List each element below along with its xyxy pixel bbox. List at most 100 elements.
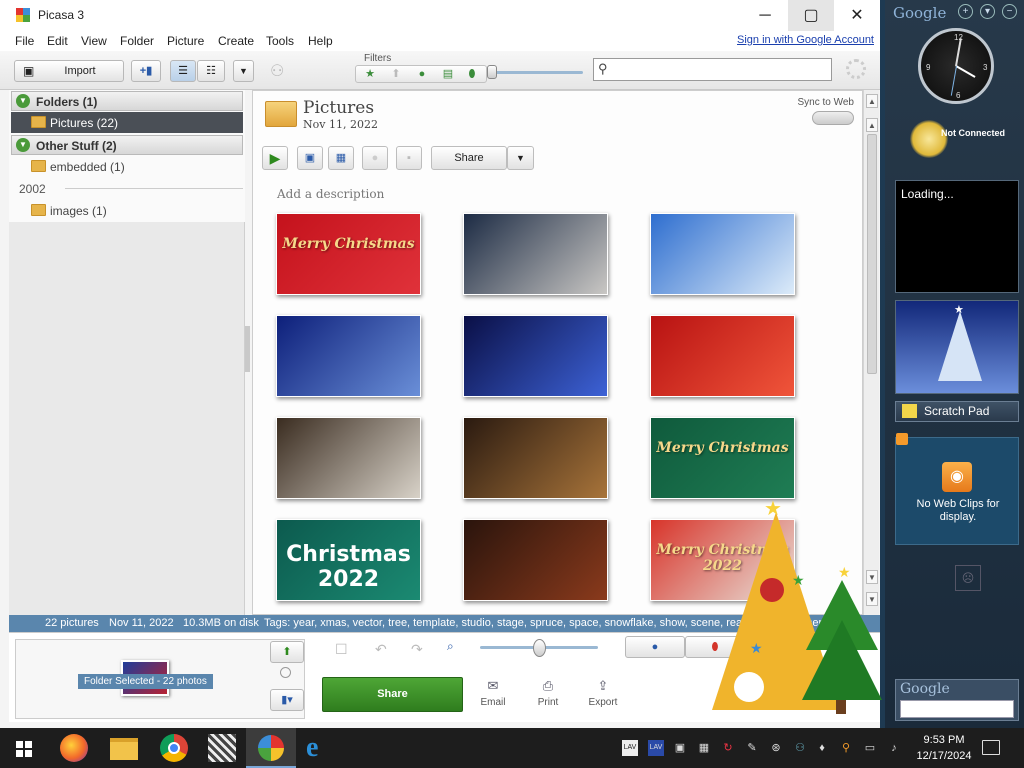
star-filter-icon[interactable]: ★ bbox=[362, 68, 378, 80]
internet-explorer-icon[interactable]: e bbox=[306, 734, 334, 762]
folders-group-header[interactable]: ▼ Folders (1) bbox=[11, 91, 243, 111]
date-filter-slider-knob[interactable] bbox=[487, 65, 497, 79]
news-gadget[interactable]: Loading... bbox=[895, 180, 1019, 293]
network-icon[interactable]: ▭ bbox=[862, 740, 878, 756]
lav-video-icon[interactable]: LAV bbox=[648, 740, 664, 756]
menu-file[interactable]: File bbox=[15, 34, 34, 48]
menu-create[interactable]: Create bbox=[218, 34, 254, 48]
picasa-taskbar-button[interactable] bbox=[246, 728, 296, 768]
firefox-icon[interactable] bbox=[60, 734, 88, 762]
collage-button[interactable]: ▣ bbox=[297, 146, 323, 170]
photo-thumbnail[interactable] bbox=[463, 519, 608, 601]
scroll-thumb[interactable] bbox=[867, 134, 877, 374]
game-app-icon[interactable] bbox=[208, 734, 236, 762]
scratch-pad-label: Scratch Pad bbox=[924, 404, 990, 418]
tray-people-icon[interactable]: ⚇ bbox=[792, 740, 808, 756]
hand-icon[interactable]: ☐ bbox=[335, 641, 348, 658]
menu-picture[interactable]: Picture bbox=[167, 34, 204, 48]
chrome-icon[interactable] bbox=[160, 734, 188, 762]
file-explorer-icon[interactable] bbox=[110, 738, 138, 760]
minimize-button[interactable]: ─ bbox=[742, 0, 788, 31]
scroll-up-small-icon[interactable]: ▲ bbox=[866, 118, 878, 132]
photo-thumbnail[interactable]: Christmas 2022 bbox=[276, 519, 421, 601]
menu-folder[interactable]: Folder bbox=[120, 34, 154, 48]
tray-monitor-icon[interactable]: ▦ bbox=[696, 740, 712, 756]
upload-filter-icon[interactable]: ⬆ bbox=[388, 68, 404, 80]
start-button[interactable] bbox=[0, 728, 48, 768]
menu-help[interactable]: Help bbox=[308, 34, 333, 48]
folder-item-images[interactable]: images (1) bbox=[11, 200, 243, 221]
tray-drop-icon[interactable]: ♦ bbox=[814, 740, 830, 756]
close-button[interactable]: ✕ bbox=[834, 0, 880, 31]
album-share-button[interactable]: Share bbox=[431, 146, 507, 170]
photo-thumbnail[interactable] bbox=[463, 417, 608, 499]
photo-thumbnail[interactable] bbox=[463, 315, 608, 397]
thumbnail-size-slider-knob[interactable] bbox=[533, 639, 546, 657]
people-icon[interactable]: ⚇ bbox=[270, 61, 294, 81]
hold-selected-button[interactable]: ⬆ bbox=[270, 641, 304, 663]
tray-network-icon[interactable]: ⊛ bbox=[768, 740, 784, 756]
photo-thumbnail[interactable]: Merry Christmas bbox=[650, 417, 795, 499]
scratch-pad-gadget[interactable]: Scratch Pad bbox=[895, 401, 1019, 422]
minimize-sidebar-icon[interactable]: − bbox=[1002, 4, 1017, 19]
print-button[interactable]: ⎙ Print bbox=[528, 679, 568, 709]
geotag-button[interactable]: ● bbox=[362, 146, 388, 170]
save-button[interactable]: ▪ bbox=[396, 146, 422, 170]
collapse-arrow-icon[interactable]: ▼ bbox=[16, 94, 30, 108]
photo-thumbnail[interactable] bbox=[650, 315, 795, 397]
add-to-album-tray-button[interactable]: ▮▾ bbox=[270, 689, 304, 711]
photos-gadget[interactable]: ★ bbox=[895, 300, 1019, 394]
other-stuff-group-header[interactable]: ▼ Other Stuff (2) bbox=[11, 135, 243, 155]
selection-tray: Folder Selected - 22 photos bbox=[15, 639, 305, 719]
sign-in-link[interactable]: Sign in with Google Account bbox=[737, 34, 874, 46]
collapse-arrow-icon[interactable]: ▼ bbox=[16, 138, 30, 152]
export-button[interactable]: ⇪ Export bbox=[583, 679, 623, 709]
photo-thumbnail[interactable] bbox=[650, 213, 795, 295]
face-filter-icon[interactable]: ● bbox=[414, 68, 430, 80]
pane-resize-handle[interactable] bbox=[245, 326, 250, 372]
tray-sync-icon[interactable]: ↻ bbox=[720, 740, 736, 756]
tree-view-button[interactable]: ☷ bbox=[197, 60, 225, 82]
share-button[interactable]: Share bbox=[322, 677, 463, 712]
rotate-right-icon[interactable]: ↷ bbox=[411, 641, 423, 658]
action-center-icon[interactable] bbox=[982, 740, 1000, 755]
import-button[interactable]: ▣ Import bbox=[14, 60, 124, 82]
tray-edit-icon[interactable]: ✎ bbox=[744, 740, 760, 756]
album-scrollbar[interactable]: ▲ ▲ ▼ ▼ bbox=[863, 90, 879, 615]
menu-icon[interactable]: ▾ bbox=[980, 4, 995, 19]
list-view-button[interactable]: ☰ bbox=[170, 60, 196, 82]
tray-search-icon[interactable]: ⚲ bbox=[838, 740, 854, 756]
clear-selection-icon[interactable] bbox=[280, 667, 291, 678]
google-search-input[interactable] bbox=[900, 700, 1014, 718]
people-tag-button[interactable]: ● bbox=[625, 636, 685, 658]
maximize-button[interactable]: ▢ bbox=[788, 0, 834, 31]
volume-icon[interactable]: ♪ bbox=[886, 740, 902, 756]
menu-edit[interactable]: Edit bbox=[47, 34, 68, 48]
email-button[interactable]: ✉ Email bbox=[473, 679, 513, 709]
geotag-filter-icon[interactable]: ⬮ bbox=[464, 68, 480, 80]
add-to-album-button[interactable]: +▮ bbox=[131, 60, 161, 82]
date-filter-slider[interactable] bbox=[491, 71, 583, 74]
search-input[interactable]: ⚲ bbox=[593, 58, 832, 81]
photo-thumbnail[interactable] bbox=[276, 315, 421, 397]
photo-thumbnail[interactable] bbox=[463, 213, 608, 295]
sync-toggle[interactable] bbox=[812, 111, 854, 125]
menu-view[interactable]: View bbox=[81, 34, 107, 48]
tray-app-icon[interactable]: ▣ bbox=[672, 740, 688, 756]
folder-item-pictures[interactable]: Pictures (22) bbox=[11, 112, 243, 133]
view-dropdown-button[interactable]: ▼ bbox=[233, 60, 254, 82]
share-dropdown-button[interactable]: ▼ bbox=[507, 146, 534, 170]
taskbar-clock[interactable]: 9:53 PM 12/17/2024 bbox=[915, 732, 973, 764]
photo-thumbnail[interactable] bbox=[276, 417, 421, 499]
menu-tools[interactable]: Tools bbox=[266, 34, 294, 48]
movie-button[interactable]: ▦ bbox=[328, 146, 354, 170]
folder-item-embedded[interactable]: embedded (1) bbox=[11, 156, 243, 177]
lav-icon[interactable]: LAV bbox=[622, 740, 638, 756]
rotate-left-icon[interactable]: ↶ bbox=[375, 641, 387, 658]
scroll-up-icon[interactable]: ▲ bbox=[866, 94, 878, 108]
add-gadget-icon[interactable]: + bbox=[958, 4, 973, 19]
slideshow-play-button[interactable]: ▶ bbox=[262, 146, 288, 170]
movie-filter-icon[interactable]: ▤ bbox=[440, 68, 456, 80]
photo-thumbnail[interactable]: Merry Christmas bbox=[276, 213, 421, 295]
album-description[interactable]: Add a description bbox=[277, 187, 384, 201]
